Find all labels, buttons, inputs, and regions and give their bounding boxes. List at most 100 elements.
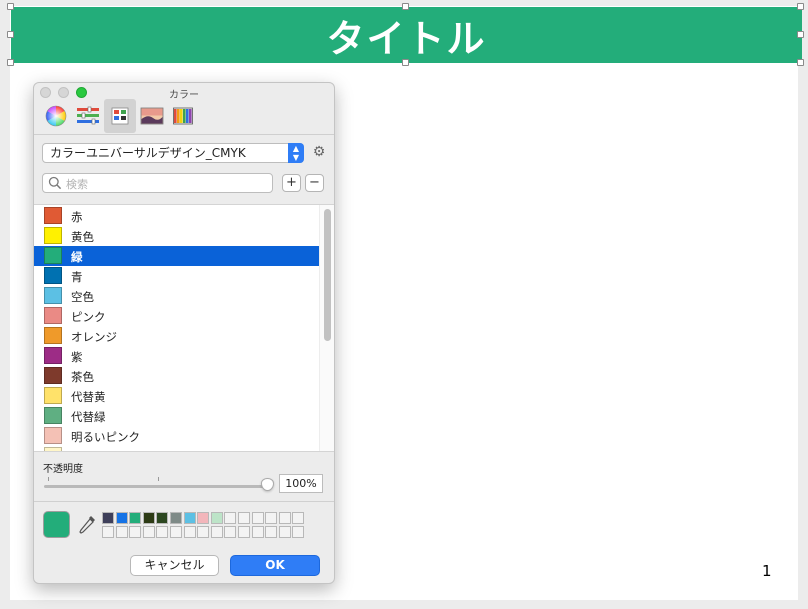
resize-handle-bottom-center[interactable] <box>402 59 409 66</box>
color-panel: カラー カラーユニバーサルデザイン_CMYK ▲ ▼ ⚙ 検索 + − 明るいピ… <box>33 82 335 584</box>
recent-color-swatch[interactable] <box>129 512 142 524</box>
mode-image-palettes[interactable] <box>136 99 168 133</box>
color-swatch <box>44 207 62 224</box>
color-name: 空色 <box>71 290 94 304</box>
empty-color-swatch[interactable] <box>115 526 128 538</box>
empty-color-swatch[interactable] <box>129 526 142 538</box>
slide-title[interactable]: タイトル <box>326 8 486 63</box>
toolbar-divider <box>34 134 334 135</box>
recent-color-swatch[interactable] <box>156 512 169 524</box>
image-palettes-icon <box>140 107 164 125</box>
color-swatch <box>44 247 62 264</box>
mode-color-wheel[interactable] <box>40 99 72 133</box>
empty-color-swatch[interactable] <box>224 512 237 524</box>
recent-color-swatch[interactable] <box>102 512 114 524</box>
empty-color-swatch[interactable] <box>238 526 250 538</box>
color-list-item[interactable]: 黄色 <box>34 226 319 246</box>
resize-handle-top-center[interactable] <box>402 3 409 10</box>
color-list-item[interactable]: 代替黄 <box>34 386 319 406</box>
empty-color-swatch[interactable] <box>251 512 264 524</box>
color-list-item[interactable]: オレンジ <box>34 326 319 346</box>
color-list[interactable]: 明るいピンク 代替緑 代替黄 茶色 紫 オレンジ ピンク 空色 青緑 黄色 赤 <box>34 204 334 452</box>
empty-color-swatch[interactable] <box>265 526 278 538</box>
recent-color-swatch[interactable] <box>210 512 223 524</box>
empty-color-swatch[interactable] <box>251 526 264 538</box>
opacity-slider[interactable] <box>44 485 269 488</box>
color-list-item[interactable]: 明るいピンク <box>34 426 319 446</box>
color-list-item[interactable]: 空色 <box>34 286 319 306</box>
empty-color-swatch[interactable] <box>292 512 305 524</box>
divider <box>34 501 334 502</box>
list-scrollbar[interactable] <box>319 205 334 451</box>
mode-palettes[interactable] <box>104 99 136 133</box>
color-swatch <box>44 407 62 424</box>
empty-color-swatch[interactable] <box>156 526 169 538</box>
recent-color-swatch[interactable] <box>183 512 196 524</box>
color-list-item[interactable]: 代替緑 <box>34 406 319 426</box>
color-name: 代替黄 <box>71 390 106 404</box>
empty-color-swatch[interactable] <box>265 512 278 524</box>
color-list-item[interactable]: ピンク <box>34 306 319 326</box>
mode-sliders[interactable] <box>72 99 104 133</box>
opacity-label: 不透明度 <box>43 464 83 475</box>
mode-pencils[interactable] <box>168 99 200 133</box>
color-list-item[interactable]: 茶色 <box>34 366 319 386</box>
scrollbar-thumb[interactable] <box>324 209 331 341</box>
empty-color-swatch[interactable] <box>278 512 291 524</box>
empty-color-swatch[interactable] <box>197 526 210 538</box>
ok-button[interactable]: OK <box>230 555 320 576</box>
chevron-up-down-icon: ▲ ▼ <box>288 143 304 163</box>
empty-color-swatch[interactable] <box>142 526 155 538</box>
color-list-item[interactable]: 緑 <box>34 246 319 266</box>
eyedropper-icon[interactable] <box>78 514 98 536</box>
remove-color-button[interactable]: − <box>305 174 324 192</box>
resize-handle-top-left[interactable] <box>7 3 14 10</box>
color-name: ピンク <box>71 310 106 324</box>
search-icon <box>48 176 62 190</box>
recent-color-swatch[interactable] <box>197 512 210 524</box>
opacity-input[interactable]: 100% <box>279 474 323 493</box>
color-swatch <box>44 447 62 451</box>
opacity-slider-knob[interactable] <box>261 478 274 491</box>
page-number: 1 <box>762 562 772 580</box>
empty-color-swatch[interactable] <box>183 526 196 538</box>
empty-color-swatch[interactable] <box>224 526 237 538</box>
recent-color-swatch[interactable] <box>142 512 155 524</box>
search-field[interactable]: 検索 <box>42 173 273 193</box>
empty-color-swatch[interactable] <box>292 526 305 538</box>
color-swatch <box>44 227 62 244</box>
color-name: 青 <box>71 270 83 284</box>
gear-icon[interactable]: ⚙ <box>311 144 327 160</box>
resize-handle-bottom-left[interactable] <box>7 59 14 66</box>
resize-handle-bottom-right[interactable] <box>797 59 804 66</box>
color-list-item[interactable]: 青 <box>34 266 319 286</box>
color-name: 茶色 <box>71 370 94 384</box>
empty-color-swatch[interactable] <box>210 526 223 538</box>
recent-color-swatch[interactable] <box>170 512 182 524</box>
current-color-well[interactable] <box>43 511 70 538</box>
palette-select[interactable]: カラーユニバーサルデザイン_CMYK ▲ ▼ <box>42 143 304 163</box>
color-list-item[interactable] <box>34 446 319 451</box>
color-swatch <box>44 367 62 384</box>
color-list-item[interactable]: 紫 <box>34 346 319 366</box>
color-swatch <box>44 287 62 304</box>
resize-handle-top-right[interactable] <box>797 3 804 10</box>
color-swatch <box>44 307 62 324</box>
add-color-button[interactable]: + <box>282 174 301 192</box>
cancel-button[interactable]: キャンセル <box>130 555 219 576</box>
empty-color-swatch[interactable] <box>102 526 114 538</box>
color-name: 緑 <box>71 250 83 264</box>
empty-color-swatch[interactable] <box>278 526 291 538</box>
empty-color-swatch[interactable] <box>170 526 182 538</box>
resize-handle-middle-left[interactable] <box>7 31 14 38</box>
color-name: 紫 <box>71 350 83 364</box>
resize-handle-middle-right[interactable] <box>797 31 804 38</box>
color-name: 黄色 <box>71 230 94 244</box>
empty-color-swatch[interactable] <box>238 512 250 524</box>
color-name: 代替緑 <box>71 410 106 424</box>
title-text-box[interactable]: タイトル <box>11 7 802 63</box>
pencils-icon <box>173 107 193 125</box>
recent-color-swatch[interactable] <box>115 512 128 524</box>
color-name: 赤 <box>71 210 83 224</box>
color-list-item[interactable]: 赤 <box>34 206 319 226</box>
